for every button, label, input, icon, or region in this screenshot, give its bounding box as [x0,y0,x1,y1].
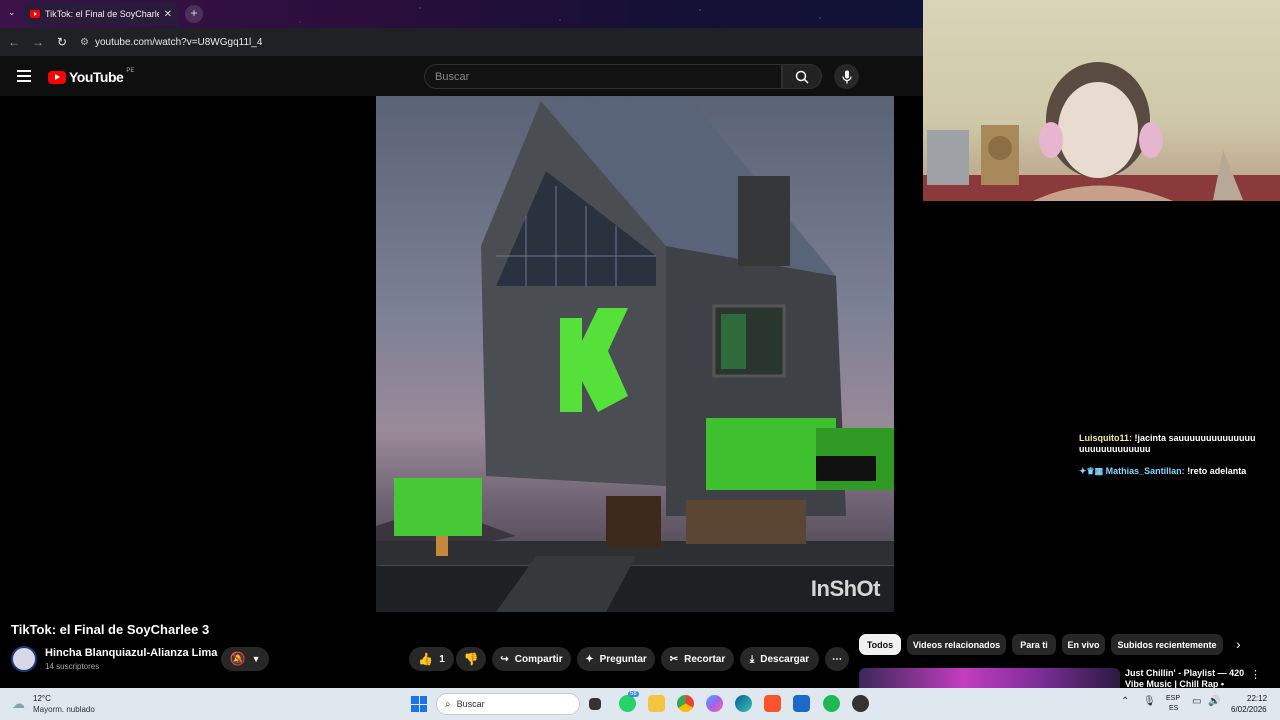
url-text: youtube.com/watch?v=U8WGgq11l_4 [94,36,263,48]
download-icon: ⤓ [749,653,755,665]
sparkle-icon: ✦ [585,653,594,665]
weather-icon[interactable]: ☁ [12,696,25,712]
thumbs-up-icon: 👍 [418,652,434,666]
lang-line2[interactable]: ES [1169,705,1178,712]
spotify-icon[interactable] [823,695,840,712]
chat-text: !reto adelanta [1187,466,1247,476]
share-button[interactable]: ↪ Compartir [492,647,571,671]
share-label: Compartir [514,653,563,665]
inshot-watermark: InShOt [810,576,881,601]
tab-list-icon[interactable]: ⌄ [8,7,16,18]
recommended-title[interactable]: Just Chillin' - Playlist — 420 Vibe Musi… [1125,668,1250,688]
subscriber-count: 14 suscriptores [45,662,100,671]
reload-icon[interactable]: ↻ [50,35,74,49]
volume-icon[interactable]: 🔊 [1208,696,1220,707]
scissors-icon: ✂ [669,653,679,665]
channel-avatar[interactable] [11,646,37,672]
share-icon: ↪ [500,653,509,665]
webcam-image [923,62,1280,201]
youtube-favicon-icon [30,10,40,18]
chip-todos[interactable]: Todos [859,634,901,655]
hamburger-menu-icon[interactable] [17,70,31,82]
chip-live[interactable]: En vivo [1062,634,1105,655]
house-image [376,101,894,612]
mic-tray-icon[interactable]: 🎙 [1143,696,1156,707]
video-player[interactable]: InShOt [376,96,894,612]
forward-icon[interactable]: → [26,35,50,49]
browser-tabbar: ⌄ TikTok: el Final de SoyCharlee 3 ✕ + [0,0,923,28]
search-icon: ⌕ [445,698,451,710]
chat-badges-icon: ✦♛▦ [1079,466,1104,476]
brave-icon[interactable] [764,695,781,712]
search-button[interactable] [782,64,822,89]
webcam-overlay [923,0,1280,201]
channel-name[interactable]: Hincha Blanquiazul-Alianza Lima [45,647,217,659]
chat-username: Mathias_Santillan: [1105,466,1185,476]
chip-for-you[interactable]: Para ti [1012,634,1056,655]
clip-button[interactable]: ✂ Recortar [661,647,734,671]
url-field[interactable]: ⚙ youtube.com/watch?v=U8WGgq11l_4 [80,37,262,48]
more-horizontal-icon: ⋯ [832,653,842,665]
chat-message: Luisquito11: !jacinta sauuuuuuuuuuuuuuuu… [1079,433,1259,455]
clock-time[interactable]: 22:12 [1247,694,1267,703]
country-code: PE [126,68,135,74]
clip-label: Recortar [684,653,726,665]
store-icon[interactable] [793,695,810,712]
more-actions-button[interactable]: ⋯ [825,647,849,671]
chip-recent[interactable]: Subidos recientemente [1111,634,1223,655]
dislike-button[interactable]: 👎 [456,647,486,671]
task-view-icon[interactable] [589,698,601,710]
youtube-logo[interactable]: YouTube PE [48,68,135,85]
tray-chevron-icon[interactable]: ⌃ [1121,696,1129,707]
chip-related[interactable]: Videos relacionados [907,634,1006,655]
file-explorer-icon[interactable] [648,695,665,712]
chips-next-icon[interactable]: › [1236,636,1241,652]
windows-taskbar [0,688,1280,720]
notification-bell-button[interactable]: 🔕 ▼ [221,647,269,671]
copilot-icon[interactable] [706,695,723,712]
video-title: TikTok: el Final de SoyCharlee 3 [11,622,210,637]
weather-temperature[interactable]: 12°C [33,694,51,703]
site-info-icon[interactable]: ⚙ [80,37,89,48]
chat-message: ✦♛▦ Mathias_Santillan: !reto adelanta [1079,466,1269,477]
browser-tab[interactable]: TikTok: el Final de SoyCharlee 3 ✕ [24,2,178,26]
like-count: 1 [439,653,445,665]
back-icon[interactable]: ← [2,35,26,49]
chat-username: Luisquito11: [1079,433,1133,443]
download-label: Descargar [760,653,810,665]
youtube-wordmark: YouTube [69,69,124,85]
ask-button[interactable]: ✦ Preguntar [577,647,655,671]
whatsapp-badge: 58 [628,691,639,697]
thumbs-down-icon: 👎 [463,652,479,666]
network-icon[interactable]: ▭ [1192,696,1201,707]
ask-label: Preguntar [599,653,647,665]
windows-start-icon[interactable] [411,696,427,712]
lang-line1[interactable]: ESP [1166,695,1180,702]
obs-icon[interactable] [852,695,869,712]
recommended-menu-icon[interactable]: ⋮ [1250,668,1261,681]
voice-search-button[interactable] [834,64,859,89]
chevron-down-icon: ▼ [251,654,261,664]
clock-date[interactable]: 6/02/2026 [1231,705,1267,714]
taskbar-search-input[interactable]: ⌕ Buscar [436,693,580,715]
edge-icon[interactable] [735,695,752,712]
chrome-icon[interactable] [677,695,694,712]
microphone-icon [841,70,852,83]
youtube-play-icon [48,70,66,84]
close-tab-icon[interactable]: ✕ [164,9,172,20]
like-button[interactable]: 👍 1 [409,647,454,671]
download-button[interactable]: ⤓ Descargar [740,647,819,671]
address-bar: ← → ↻ ⚙ youtube.com/watch?v=U8WGgq11l_4 [0,28,923,56]
weather-condition[interactable]: Mayorm. nublado [33,705,95,714]
new-tab-button[interactable]: + [185,5,203,23]
tab-title: TikTok: el Final de SoyCharlee 3 [45,9,159,19]
recommended-thumbnail[interactable] [859,668,1120,688]
search-icon [795,70,809,84]
bell-off-icon: 🔕 [229,651,246,666]
taskbar-search-label: Buscar [456,699,485,709]
search-input[interactable]: Buscar [424,64,782,89]
whatsapp-icon[interactable] [619,695,636,712]
